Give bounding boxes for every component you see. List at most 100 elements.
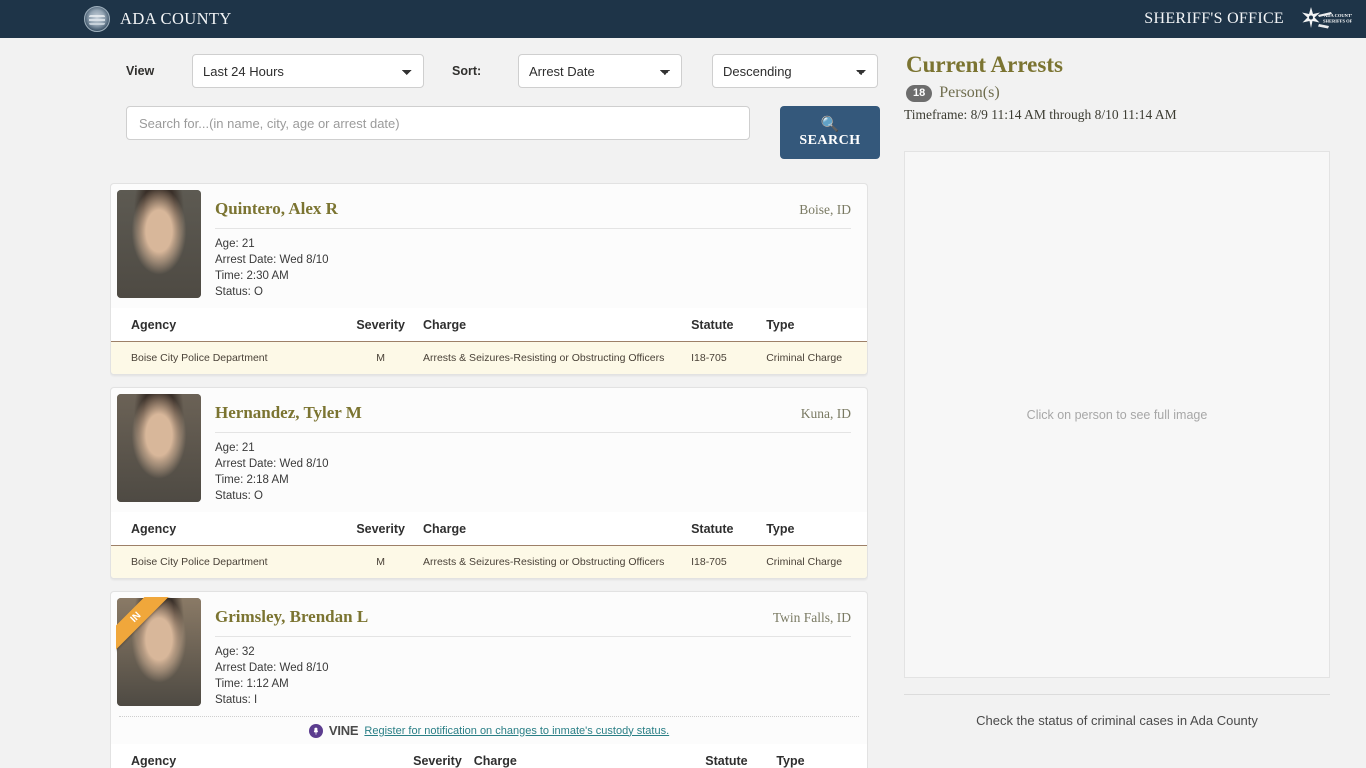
person-time: Time: 1:12 AM: [215, 678, 289, 690]
person-city: Boise, ID: [799, 202, 851, 217]
mugshot-thumbnail[interactable]: [117, 598, 201, 706]
arrest-card-body: Quintero, Alex R Boise, ID Age: 21 Arres…: [201, 190, 861, 308]
sheriff-brand-block[interactable]: SHERIFF'S OFFICE ADA COUNTY SHERIFFS OFF…: [1144, 4, 1352, 34]
column-header-statute: Statute: [705, 744, 777, 768]
arrest-card-list: Quintero, Alex R Boise, ID Age: 21 Arres…: [110, 183, 868, 768]
charge-severity: M: [338, 341, 423, 374]
person-time: Time: 2:30 AM: [215, 270, 289, 282]
charges-table: Agency Severity Charge Statute Type Bois…: [111, 308, 867, 374]
column-header-charge: Charge: [422, 512, 692, 546]
search-button-label: SEARCH: [799, 132, 861, 148]
page-body: View Last 24 Hours Sort: Arrest Date Des…: [0, 38, 1366, 768]
charge-statute: I18-705: [691, 545, 767, 578]
column-header-agency: Agency: [111, 512, 339, 546]
charges-table: Agency Severity Charge Statute Type Bois…: [111, 512, 867, 578]
column-header-charge: Charge: [473, 744, 706, 768]
column-header-agency: Agency: [111, 744, 402, 768]
arrest-name-row: Quintero, Alex R Boise, ID: [215, 190, 851, 229]
office-name: SHERIFF'S OFFICE: [1144, 10, 1284, 27]
charge-statute: I18-705: [691, 341, 767, 374]
person-arrest-date: Arrest Date: Wed 8/10: [215, 254, 329, 266]
timeframe-text: Timeframe: 8/9 11:14 AM through 8/10 11:…: [904, 107, 1177, 122]
brand-block[interactable]: ADA COUNTY: [84, 6, 232, 32]
person-name[interactable]: Quintero, Alex R: [215, 199, 338, 219]
mugshot-thumbnail[interactable]: [117, 394, 201, 502]
column-header-statute: Statute: [691, 308, 767, 342]
county-name: ADA COUNTY: [120, 9, 232, 28]
search-input[interactable]: [126, 106, 750, 140]
arrest-card[interactable]: Hernandez, Tyler M Kuna, ID Age: 21 Arre…: [110, 387, 868, 579]
mugshot-thumbnail[interactable]: [117, 190, 201, 298]
arrest-card-top: Hernandez, Tyler M Kuna, ID Age: 21 Arre…: [111, 388, 867, 512]
column-header-severity: Severity: [338, 512, 423, 546]
arrest-name-row: Grimsley, Brendan L Twin Falls, ID: [215, 598, 851, 637]
person-status: Status: O: [215, 490, 263, 502]
person-name[interactable]: Hernandez, Tyler M: [215, 403, 362, 423]
person-status: Status: O: [215, 286, 263, 298]
arrest-card-body: Hernandez, Tyler M Kuna, ID Age: 21 Arre…: [201, 394, 861, 512]
vine-butterfly-icon: [308, 723, 323, 738]
panel-divider: [904, 694, 1330, 695]
arrest-card[interactable]: IN Grimsley, Brendan L Twin Falls, ID Ag…: [110, 591, 868, 768]
column-header-type: Type: [766, 512, 867, 546]
view-label: View: [126, 64, 155, 78]
arrest-card-body: Grimsley, Brendan L Twin Falls, ID Age: …: [201, 598, 861, 716]
sort-direction-select[interactable]: Descending: [712, 54, 878, 88]
criminal-case-note: Check the status of criminal cases in Ad…: [976, 713, 1258, 728]
person-details: Age: 32 Arrest Date: Wed 8/10 Time: 1:12…: [215, 637, 851, 716]
vine-wordmark: VINE: [328, 723, 359, 738]
full-image-hint: Click on person to see full image: [1026, 407, 1208, 422]
person-count-label: Person(s): [939, 84, 1000, 101]
results-column: View Last 24 Hours Sort: Arrest Date Des…: [0, 38, 896, 768]
sort-label: Sort:: [452, 64, 482, 78]
page-title: Current Arrests: [906, 52, 1063, 77]
person-age: Age: 21: [215, 238, 255, 250]
charges-header-row: Agency Severity Charge Statute Type: [111, 308, 867, 342]
mugshot-wrapper[interactable]: IN: [116, 597, 201, 716]
charge-type: Criminal Charge: [766, 341, 867, 374]
person-city: Kuna, ID: [800, 406, 851, 421]
person-name[interactable]: Grimsley, Brendan L: [215, 607, 368, 627]
charge-type: Criminal Charge: [766, 545, 867, 578]
svg-text:ADA COUNTY: ADA COUNTY: [1324, 13, 1352, 18]
person-details: Age: 21 Arrest Date: Wed 8/10 Time: 2:18…: [215, 433, 851, 512]
person-status: Status: I: [215, 694, 258, 706]
sort-field-select[interactable]: Arrest Date: [518, 54, 682, 88]
person-age: Age: 21: [215, 442, 255, 454]
arrest-card-top: Quintero, Alex R Boise, ID Age: 21 Arres…: [111, 184, 867, 308]
full-image-viewer[interactable]: Click on person to see full image: [904, 151, 1330, 678]
person-age: Age: 32: [215, 646, 255, 658]
arrest-card-top: IN Grimsley, Brendan L Twin Falls, ID Ag…: [111, 592, 867, 716]
search-bar: 🔍 SEARCH: [0, 88, 896, 159]
vine-register-link[interactable]: Register for notification on changes to …: [364, 725, 669, 737]
person-city: Twin Falls, ID: [772, 610, 851, 625]
charge-description: Arrests & Seizures-Resisting or Obstruct…: [422, 545, 692, 578]
view-range-select[interactable]: Last 24 Hours: [192, 54, 424, 88]
arrest-name-row: Hernandez, Tyler M Kuna, ID: [215, 394, 851, 433]
vine-notification-row[interactable]: VINE Register for notification on change…: [119, 716, 859, 744]
charges-table: Agency Severity Charge Statute Type: [111, 744, 867, 768]
column-header-type: Type: [766, 308, 867, 342]
mugshot-wrapper[interactable]: [117, 190, 201, 308]
person-arrest-date: Arrest Date: Wed 8/10: [215, 458, 329, 470]
person-count-badge: 18: [906, 84, 933, 102]
column-header-type: Type: [776, 744, 867, 768]
table-row: Boise City Police Department M Arrests &…: [111, 341, 867, 374]
detail-column: Current Arrests 18 Person(s) Timeframe: …: [896, 38, 1366, 768]
charge-agency: Boise City Police Department: [111, 341, 339, 374]
svg-text:SHERIFFS OFFICE: SHERIFFS OFFICE: [1323, 19, 1352, 24]
site-header: ADA COUNTY SHERIFF'S OFFICE ADA COUNTY S…: [0, 0, 1366, 38]
column-header-charge: Charge: [422, 308, 692, 342]
column-header-statute: Statute: [691, 512, 767, 546]
mugshot-wrapper[interactable]: [117, 394, 201, 512]
arrest-card[interactable]: Quintero, Alex R Boise, ID Age: 21 Arres…: [110, 183, 868, 375]
person-time: Time: 2:18 AM: [215, 474, 289, 486]
filter-bar: View Last 24 Hours Sort: Arrest Date Des…: [0, 38, 896, 88]
table-row: Boise City Police Department M Arrests &…: [111, 545, 867, 578]
ada-county-seal-icon: [84, 6, 110, 32]
charge-severity: M: [338, 545, 423, 578]
charge-agency: Boise City Police Department: [111, 545, 339, 578]
person-details: Age: 21 Arrest Date: Wed 8/10 Time: 2:30…: [215, 229, 851, 308]
column-header-severity: Severity: [401, 744, 474, 768]
search-button[interactable]: 🔍 SEARCH: [780, 106, 880, 159]
